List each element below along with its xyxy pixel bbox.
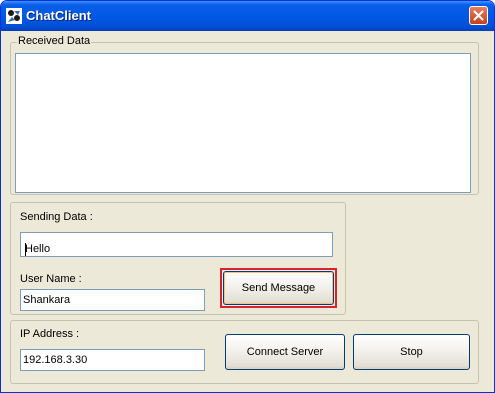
sending-group: Sending Data : Hello User Name : Shankar…	[10, 202, 346, 315]
text-caret	[25, 243, 26, 256]
connect-server-button[interactable]: Connect Server	[225, 334, 345, 370]
chat-app-icon	[6, 8, 22, 24]
user-name-label: User Name :	[20, 273, 82, 285]
title-bar[interactable]: ChatClient	[1, 1, 494, 31]
ip-address-input[interactable]: 192.168.3.30	[20, 349, 205, 371]
sending-data-label: Sending Data :	[20, 211, 93, 223]
stop-button[interactable]: Stop	[353, 334, 470, 370]
user-name-input[interactable]: Shankara	[20, 289, 205, 311]
client-area: Received Data Sending Data : Hello User …	[5, 31, 490, 388]
send-message-button[interactable]: Send Message	[223, 271, 334, 305]
message-input-value: Hello	[25, 243, 51, 255]
chat-client-window: ChatClient Received Data Sending Data : …	[0, 0, 495, 393]
close-button[interactable]	[469, 6, 488, 25]
window-title: ChatClient	[26, 8, 91, 23]
connection-group: IP Address : 192.168.3.30 Connect Server…	[10, 320, 479, 384]
ip-address-value: 192.168.3.30	[23, 354, 88, 366]
received-data-group: Received Data	[10, 35, 479, 195]
received-data-textarea[interactable]	[15, 53, 471, 193]
close-icon	[473, 10, 484, 21]
message-input[interactable]: Hello	[20, 232, 333, 257]
received-data-caption: Received Data	[17, 35, 92, 47]
user-name-value: Shankara	[23, 294, 71, 306]
ip-address-label: IP Address :	[20, 328, 80, 340]
